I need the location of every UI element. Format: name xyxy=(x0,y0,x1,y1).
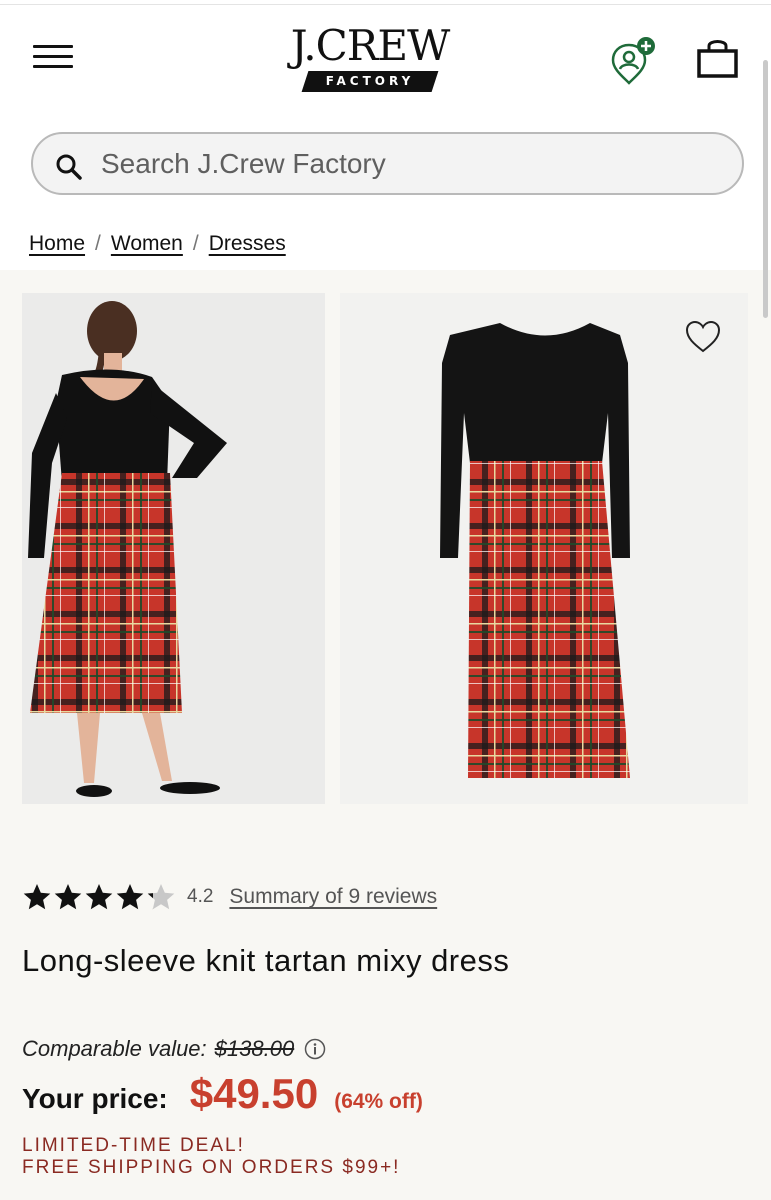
star-rating xyxy=(22,882,177,912)
rating-value: 4.2 xyxy=(187,886,214,907)
product-image-flat[interactable] xyxy=(340,293,748,804)
breadcrumb-women[interactable]: Women xyxy=(111,232,183,255)
star-icon xyxy=(116,884,144,910)
breadcrumb-separator: / xyxy=(95,232,101,255)
star-icon xyxy=(147,884,175,910)
comparable-value: Comparable value: $138.00 xyxy=(22,1036,326,1062)
product-image-model-back[interactable] xyxy=(22,293,325,804)
search-icon[interactable] xyxy=(55,153,83,181)
breadcrumb-separator: / xyxy=(192,232,199,255)
promo-line-deal: LIMITED-TIME DEAL! xyxy=(22,1135,245,1156)
star-icon xyxy=(85,884,113,910)
breadcrumb-dresses[interactable]: Dresses xyxy=(209,232,286,255)
search-bar[interactable] xyxy=(31,132,744,195)
jcrew-factory-logo[interactable]: J.CREW FACTORY xyxy=(281,22,459,92)
sale-price: $49.50 xyxy=(189,1070,319,1117)
star-icon xyxy=(54,884,82,910)
info-icon[interactable] xyxy=(304,1038,326,1060)
comparable-label: Comparable value: xyxy=(22,1036,207,1061)
star-icon xyxy=(23,884,51,910)
search-input[interactable] xyxy=(101,143,701,185)
breadcrumb-home[interactable]: Home xyxy=(29,232,85,255)
top-divider xyxy=(0,4,771,5)
product-rating: 4.2 Summary of 9 reviews xyxy=(22,880,437,914)
product-title: Long-sleeve knit tartan mixy dress xyxy=(22,943,510,978)
reviews-link[interactable]: Summary of 9 reviews xyxy=(229,885,437,909)
shopping-bag-icon[interactable] xyxy=(695,36,740,81)
menu-icon[interactable] xyxy=(33,42,75,70)
logo-wordmark: J.CREW xyxy=(290,21,451,70)
price-row: Your price: $49.50 (64% off) xyxy=(22,1070,423,1122)
heart-icon[interactable] xyxy=(684,320,722,354)
scrollbar[interactable] xyxy=(763,60,768,318)
promo-line-shipping: FREE SHIPPING ON ORDERS $99+! xyxy=(22,1157,401,1178)
location-plus-icon[interactable] xyxy=(609,36,659,86)
your-price-label: Your price: xyxy=(22,1083,168,1114)
breadcrumb: Home / Women / Dresses xyxy=(29,232,286,256)
logo-factory-text: FACTORY xyxy=(325,74,415,88)
comparable-price: $138.00 xyxy=(214,1036,295,1061)
discount-percent: (64% off) xyxy=(334,1090,423,1113)
logo-factory-badge: FACTORY xyxy=(301,71,439,92)
promo-message: LIMITED-TIME DEAL! FREE SHIPPING ON ORDE… xyxy=(22,1135,400,1179)
